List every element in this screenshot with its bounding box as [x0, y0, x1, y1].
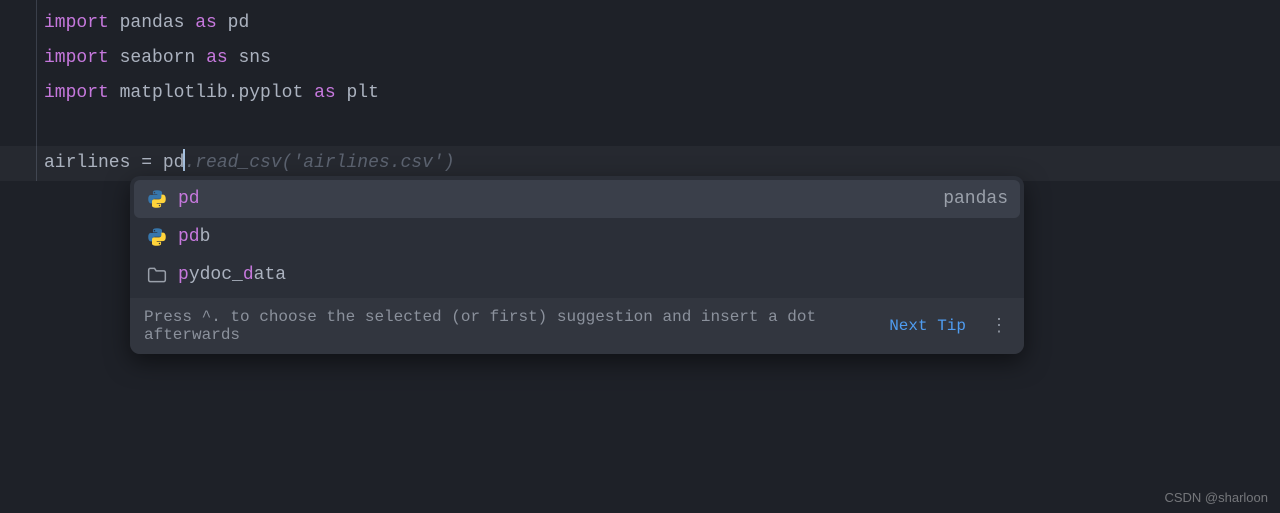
module-name: matplotlib.pyplot [120, 83, 304, 103]
autocomplete-item[interactable]: pd pandas [134, 180, 1020, 218]
keyword-import: import [44, 48, 109, 68]
code-editor[interactable]: import pandas as pd import seaborn as sn… [0, 0, 1280, 181]
autocomplete-label: pydoc_data [178, 265, 286, 285]
module-name: seaborn [120, 48, 196, 68]
code-line-blank[interactable] [44, 111, 1280, 146]
variable: airlines [44, 153, 130, 173]
watermark: CSDN @sharloon [1164, 490, 1268, 505]
more-options-icon[interactable]: ⋮ [990, 315, 1010, 337]
footer-hint: Press ^. to choose the selected (or firs… [144, 308, 877, 344]
keyword-as: as [314, 83, 336, 103]
module-name: pandas [120, 13, 185, 33]
next-tip-link[interactable]: Next Tip [889, 317, 966, 335]
code-line[interactable]: import pandas as pd [44, 6, 1280, 41]
alias: plt [347, 83, 379, 103]
keyword-import: import [44, 83, 109, 103]
autocomplete-popup[interactable]: pd pandas pdb pydoc_data Press ^. to cho… [130, 176, 1024, 354]
folder-icon [146, 264, 168, 286]
equals: = [130, 153, 162, 173]
autocomplete-label: pd [178, 189, 200, 209]
ghost-suggestion: .read_csv('airlines.csv') [184, 153, 454, 173]
autocomplete-item[interactable]: pydoc_data [134, 256, 1020, 294]
keyword-as: as [206, 48, 228, 68]
autocomplete-detail: pandas [943, 189, 1008, 209]
typed-text: pd [163, 153, 185, 173]
autocomplete-list: pd pandas pdb pydoc_data [130, 176, 1024, 298]
alias: pd [228, 13, 250, 33]
keyword-as: as [195, 13, 217, 33]
code-line[interactable]: import seaborn as sns [44, 41, 1280, 76]
autocomplete-footer: Press ^. to choose the selected (or firs… [130, 298, 1024, 354]
keyword-import: import [44, 13, 109, 33]
alias: sns [238, 48, 270, 68]
autocomplete-item[interactable]: pdb [134, 218, 1020, 256]
python-icon [146, 226, 168, 248]
code-line[interactable]: import matplotlib.pyplot as plt [44, 76, 1280, 111]
autocomplete-label: pdb [178, 227, 210, 247]
python-icon [146, 188, 168, 210]
